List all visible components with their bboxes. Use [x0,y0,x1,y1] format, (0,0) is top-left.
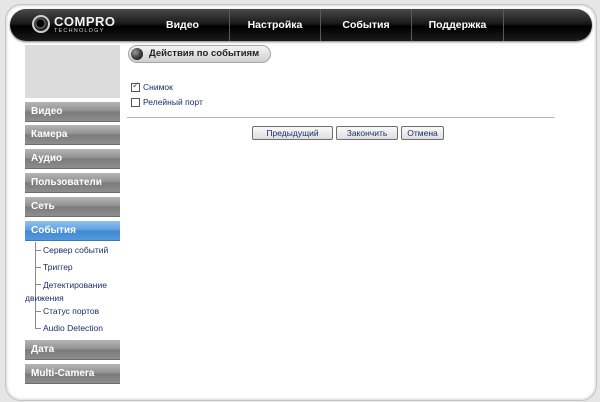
nav-settings[interactable]: Настройка [229,9,320,41]
brand-tagline: TECHNOLOGY [54,28,105,34]
sidebar-item-events[interactable]: События [25,221,120,241]
relay-port-checkbox[interactable] [131,98,140,107]
dark-sphere-icon [131,48,143,60]
tree-connector [35,250,41,251]
brand-name: COMPRO [54,14,116,29]
content-divider [127,117,555,118]
top-nav: Видео Настройка События Поддержка [136,9,504,41]
snapshot-label: Снимок [143,82,173,92]
sidebar-item-network[interactable]: Сеть [25,197,120,217]
finish-button[interactable]: Закончить [336,126,398,140]
sidebar-item-camera[interactable]: Камера [25,125,120,145]
section-header: Действия по событиям [128,45,271,63]
compro-ring-logo-icon [32,15,50,33]
sidebar-item-video[interactable]: Видео [25,102,120,122]
brand-logo[interactable]: COMPRO TECHNOLOGY [32,14,152,38]
tree-connector [35,267,41,268]
cancel-button[interactable]: Отмена [401,126,444,140]
tree-connector [35,311,41,312]
section-title: Действия по событиям [149,48,260,59]
sidebar-subitem-motion-detection[interactable]: Детектирование движения [25,279,120,305]
sidebar-item-users[interactable]: Пользователи [25,173,120,193]
top-navigation-bar: COMPRO TECHNOLOGY Видео Настройка Событи… [10,9,592,41]
sidebar-subitem-trigger[interactable]: Триггер [43,262,73,272]
check-icon: ✓ [132,81,140,91]
nav-events[interactable]: События [320,9,411,41]
nav-video[interactable]: Видео [136,9,229,41]
sidebar-subitem-audio-detection[interactable]: Audio Detection [43,323,103,333]
snapshot-checkbox[interactable]: ✓ [131,81,140,92]
sidebar-item-multi-camera[interactable]: Multi-Camera [25,364,120,384]
sidebar-subitem-event-server[interactable]: Сервер событий [43,245,108,255]
sidebar-item-audio[interactable]: Аудио [25,149,120,169]
relay-port-label: Релейный порт [143,97,203,107]
sidebar-subitem-port-status[interactable]: Статус портов [43,306,99,316]
previous-button[interactable]: Предыдущий [252,126,333,140]
sidebar-item-date[interactable]: Дата [25,340,120,360]
tree-connector [35,328,41,329]
nav-support[interactable]: Поддержка [411,9,504,41]
camera-preview-thumbnail [25,45,120,98]
